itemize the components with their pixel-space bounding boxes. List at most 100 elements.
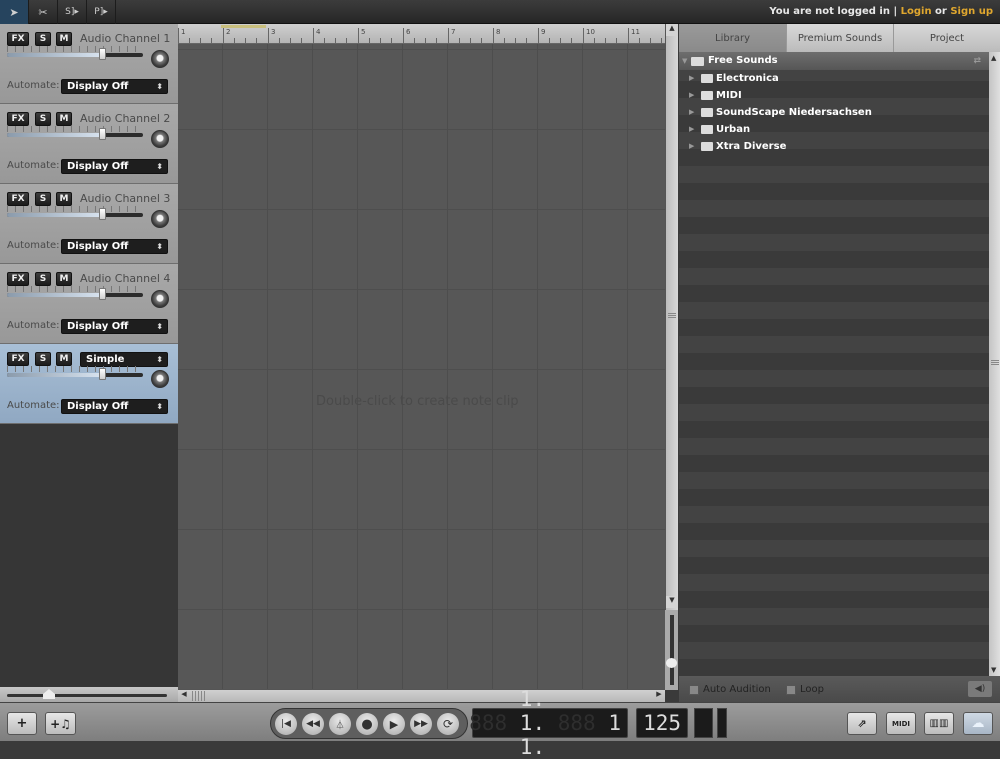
library-folder-item[interactable]: ▶ Urban — [679, 121, 989, 138]
collapsed-caret-icon[interactable]: ▶ — [689, 138, 694, 155]
timeline-ruler[interactable]: 1 2 3 4 5 6 7 8 9 10 11 — [178, 24, 665, 44]
volume-slider[interactable] — [7, 288, 143, 300]
automate-select[interactable]: Display Off ⬍ — [61, 239, 168, 254]
scroll-up-icon[interactable]: ▲ — [991, 54, 996, 62]
library-folder-item[interactable]: ▶ Xtra Diverse — [679, 138, 989, 155]
volume-thumb[interactable] — [99, 48, 106, 60]
split-tool-button[interactable]: ✂ — [29, 0, 58, 24]
record-button[interactable]: ● — [356, 713, 378, 735]
mute-button[interactable]: M — [56, 352, 72, 366]
fx-button[interactable]: FX — [7, 352, 29, 366]
volume-thumb[interactable] — [99, 128, 106, 140]
volume-thumb[interactable] — [99, 288, 106, 300]
keyboard-button[interactable]: ▥▥ — [924, 712, 954, 735]
auto-audition-checkbox[interactable] — [689, 685, 699, 695]
track-zoom-thumb[interactable] — [43, 689, 55, 699]
scroll-down-icon[interactable]: ▼ — [991, 666, 996, 674]
track-row[interactable]: FX S M Audio Channel 1 Automate: Display… — [0, 24, 178, 104]
loop-button[interactable]: ⟳ — [437, 713, 459, 735]
collapsed-caret-icon[interactable]: ▶ — [689, 87, 694, 104]
fx-button[interactable]: FX — [7, 32, 29, 46]
preview-volume-button[interactable]: ◀) — [968, 681, 992, 697]
fx-button[interactable]: FX — [7, 192, 29, 206]
pan-knob[interactable] — [151, 370, 169, 388]
scroll-right-icon[interactable]: ▶ — [653, 690, 665, 702]
expanded-caret-icon[interactable]: ▼ — [682, 52, 687, 70]
collapsed-caret-icon[interactable]: ▶ — [689, 104, 694, 121]
cloud-button[interactable]: ☁ — [963, 712, 993, 735]
collapsed-caret-icon[interactable]: ▶ — [689, 70, 694, 87]
volume-slider[interactable] — [7, 208, 143, 220]
pan-knob[interactable] — [151, 130, 169, 148]
signup-link[interactable]: Sign up — [950, 6, 993, 17]
volume-thumb[interactable] — [99, 368, 106, 380]
scroll-grip[interactable] — [668, 312, 676, 318]
scroll-down-icon[interactable]: ▼ — [666, 596, 678, 608]
metronome-button[interactable]: ⏃ — [329, 713, 351, 735]
play-button[interactable]: ▶ — [383, 713, 405, 735]
loop-checkbox[interactable] — [786, 685, 796, 695]
solo-button[interactable]: S — [35, 272, 51, 286]
arrange-area[interactable]: Double-click to create note clip — [178, 44, 665, 689]
horizontal-scroll-thumb[interactable] — [192, 691, 206, 701]
track-name[interactable]: Audio Channel 3 — [80, 192, 170, 205]
pan-knob[interactable] — [151, 50, 169, 68]
solo-button[interactable]: S — [35, 32, 51, 46]
fast-forward-button[interactable]: ▶▶ — [410, 713, 432, 735]
volume-slider[interactable] — [7, 48, 143, 60]
automate-select[interactable]: Display Off ⬍ — [61, 159, 168, 174]
automate-select[interactable]: Display Off ⬍ — [61, 399, 168, 414]
tab-project[interactable]: Project — [894, 24, 1000, 52]
paste-tool-button[interactable]: P]▸ — [87, 0, 116, 24]
instrument-select[interactable]: Simple ⬍ — [80, 352, 168, 367]
track-row[interactable]: FX S M Audio Channel 2 Automate: Display… — [0, 104, 178, 184]
refresh-icon[interactable]: ⇄ — [973, 52, 981, 70]
collapsed-caret-icon[interactable]: ▶ — [689, 121, 694, 138]
pan-knob[interactable] — [151, 210, 169, 228]
pointer-tool-button[interactable]: ➤ — [0, 0, 29, 24]
volume-slider[interactable] — [7, 368, 143, 380]
track-row[interactable]: FX S M Audio Channel 4 Automate: Display… — [0, 264, 178, 344]
mute-button[interactable]: M — [56, 112, 72, 126]
export-button[interactable]: ⇗ — [847, 712, 877, 735]
vertical-zoom-thumb[interactable] — [666, 658, 677, 668]
add-instrument-track-button[interactable]: +♫ — [45, 712, 76, 735]
add-track-button[interactable]: + — [7, 712, 37, 735]
volume-thumb[interactable] — [99, 208, 106, 220]
midi-button[interactable]: MIDI — [886, 712, 916, 735]
scroll-up-icon[interactable]: ▲ — [666, 24, 678, 36]
track-name[interactable]: Audio Channel 4 — [80, 272, 170, 285]
scroll-grip[interactable] — [991, 359, 999, 365]
automate-select[interactable]: Display Off ⬍ — [61, 79, 168, 94]
mute-button[interactable]: M — [56, 192, 72, 206]
solo-button[interactable]: S — [35, 112, 51, 126]
go-to-start-button[interactable]: |◀ — [275, 713, 297, 735]
tempo-display[interactable]: 125 — [636, 708, 688, 738]
library-root-free-sounds[interactable]: ▼ Free Sounds ⇄ — [679, 52, 989, 70]
track-row[interactable]: FX S M Audio Channel 3 Automate: Display… — [0, 184, 178, 264]
track-name[interactable]: Audio Channel 2 — [80, 112, 170, 125]
library-folder-item[interactable]: ▶ Electronica — [679, 70, 989, 87]
automate-select[interactable]: Display Off ⬍ — [61, 319, 168, 334]
arrange-vertical-scrollbar[interactable]: ▲ ▼ — [665, 24, 678, 689]
mute-button[interactable]: M — [56, 32, 72, 46]
mute-button[interactable]: M — [56, 272, 72, 286]
library-scrollbar[interactable]: ▲ ▼ — [989, 52, 1000, 676]
solo-button[interactable]: S — [35, 192, 51, 206]
track-zoom-slider[interactable] — [0, 687, 178, 702]
tab-premium-sounds[interactable]: Premium Sounds — [787, 24, 894, 52]
track-row[interactable]: FX S M Simple ⬍ Automate: Display Off ⬍ — [0, 344, 178, 424]
pan-knob[interactable] — [151, 290, 169, 308]
vertical-zoom-slider[interactable] — [665, 610, 678, 690]
arrange-horizontal-scrollbar[interactable]: ◀ ▶ — [178, 689, 665, 702]
library-folder-item[interactable]: ▶ SoundScape Niedersachsen — [679, 104, 989, 121]
fx-button[interactable]: FX — [7, 112, 29, 126]
select-tool-button[interactable]: S]▸ — [58, 0, 87, 24]
tab-library[interactable]: Library — [679, 24, 787, 52]
volume-slider[interactable] — [7, 128, 143, 140]
login-link[interactable]: Login — [901, 6, 932, 17]
solo-button[interactable]: S — [35, 352, 51, 366]
library-folder-item[interactable]: ▶ MIDI — [679, 87, 989, 104]
track-name[interactable]: Audio Channel 1 — [80, 32, 170, 45]
fx-button[interactable]: FX — [7, 272, 29, 286]
